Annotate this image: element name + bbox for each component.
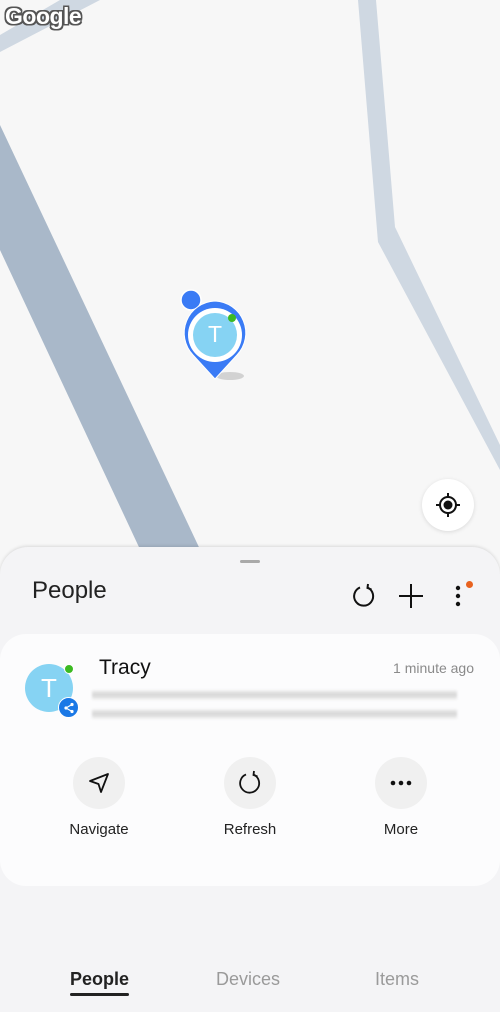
person-card[interactable]: T Tracy 1 minute ago Navigate Refresh Mo…: [0, 634, 500, 886]
bottom-sheet: People T Tracy 1 minute ago Navigate Ref…: [0, 547, 500, 1012]
navigate-label: Navigate: [69, 821, 129, 838]
tab-devices[interactable]: Devices: [216, 969, 280, 990]
notification-badge: [466, 581, 473, 588]
online-status-dot: [64, 664, 74, 674]
redacted-address-line-1: [92, 690, 457, 700]
road-main: [0, 125, 205, 560]
my-location-button[interactable]: [422, 479, 474, 531]
road-right: [358, 0, 500, 470]
sheet-title: People: [32, 577, 107, 604]
more-horizontal-icon: [390, 780, 412, 786]
navigate-button[interactable]: Navigate: [49, 757, 149, 838]
refresh-icon: [353, 583, 375, 607]
sheet-drag-handle[interactable]: [240, 560, 260, 563]
more-vertical-icon: [455, 585, 461, 607]
person-name: Tracy: [99, 656, 151, 679]
refresh-label: Refresh: [223, 821, 277, 838]
refresh-button[interactable]: Refresh: [200, 757, 300, 838]
map-roads: [0, 0, 500, 560]
more-label: More: [383, 821, 419, 838]
map-view[interactable]: Google T: [0, 0, 500, 560]
refresh-icon: [239, 770, 260, 794]
tab-items[interactable]: Items: [375, 969, 419, 990]
my-location-icon: [436, 493, 460, 517]
tab-people[interactable]: People: [70, 969, 130, 996]
more-button[interactable]: More: [351, 757, 451, 838]
last-seen-time: 1 minute ago: [393, 660, 474, 676]
person-map-marker[interactable]: T: [178, 288, 258, 388]
marker-initial: T: [207, 321, 223, 347]
plus-icon: [399, 584, 423, 608]
share-badge: [58, 697, 79, 718]
add-person-button[interactable]: [396, 581, 426, 611]
share-icon: [63, 702, 74, 713]
google-logo: Google: [5, 3, 82, 29]
bottom-tab-bar: People Devices Items: [0, 950, 500, 1012]
redacted-address-line-2: [92, 709, 457, 719]
header-refresh-button[interactable]: [349, 581, 379, 611]
navigate-icon: [89, 773, 109, 793]
